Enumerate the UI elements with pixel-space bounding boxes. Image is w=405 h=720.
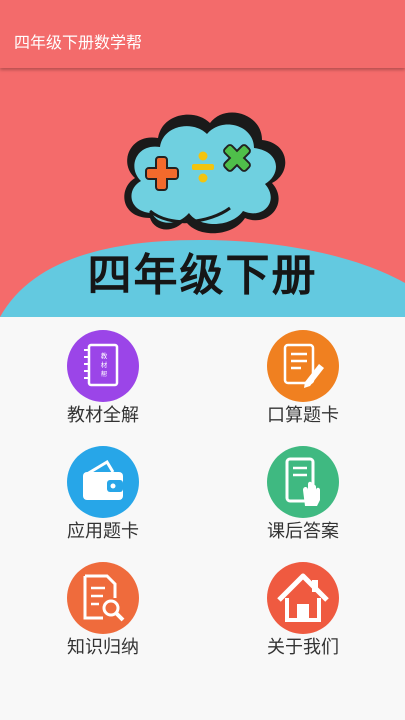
grade-heading: 四年级下册 (87, 250, 318, 301)
wallet-icon (67, 446, 139, 518)
menu-item-about[interactable]: 关于我们 (238, 549, 368, 659)
menu-item-label: 口算题卡 (267, 405, 339, 426)
menu-item-label: 教材全解 (67, 405, 139, 426)
document-search-icon (67, 562, 139, 634)
notebook-icon-text-1: 教 (101, 351, 108, 360)
notebook-icon: 教 材 帮 (67, 330, 139, 402)
menu-item-label: 知识归纳 (67, 637, 139, 658)
menu-item-label: 应用题卡 (67, 521, 139, 542)
divide-icon (192, 151, 214, 183)
menu-item-label: 课后答案 (267, 521, 339, 542)
plus-icon (145, 156, 179, 191)
document-pen-icon (267, 330, 339, 402)
tablet-touch-icon (267, 446, 339, 518)
menu-item-word-problems[interactable]: 应用题卡 (38, 433, 168, 543)
menu-item-oral-calc[interactable]: 口算题卡 (238, 317, 368, 427)
menu-grid: 教 材 帮 教材全解 口算题卡 应用题卡 课后答案 知识归纳 关于我们 (0, 317, 405, 720)
app-title: 四年级下册数学帮 (14, 33, 143, 52)
notebook-icon-text-3: 帮 (101, 369, 108, 378)
menu-item-textbook[interactable]: 教 材 帮 教材全解 (38, 317, 168, 427)
app-bar: 四年级下册数学帮 (0, 0, 405, 68)
home-icon (267, 562, 339, 634)
header-banner: 四年级下册 (0, 68, 405, 317)
notebook-icon-text-2: 材 (101, 360, 108, 369)
menu-item-answers[interactable]: 课后答案 (238, 433, 368, 543)
menu-item-label: 关于我们 (267, 637, 339, 658)
multiply-icon (223, 144, 251, 172)
menu-item-knowledge[interactable]: 知识归纳 (38, 549, 168, 659)
app-screen: 四年级下册数学帮 四年级下册 教 材 帮 教材全解 口算题卡 应用题卡 课后答案… (0, 0, 405, 720)
